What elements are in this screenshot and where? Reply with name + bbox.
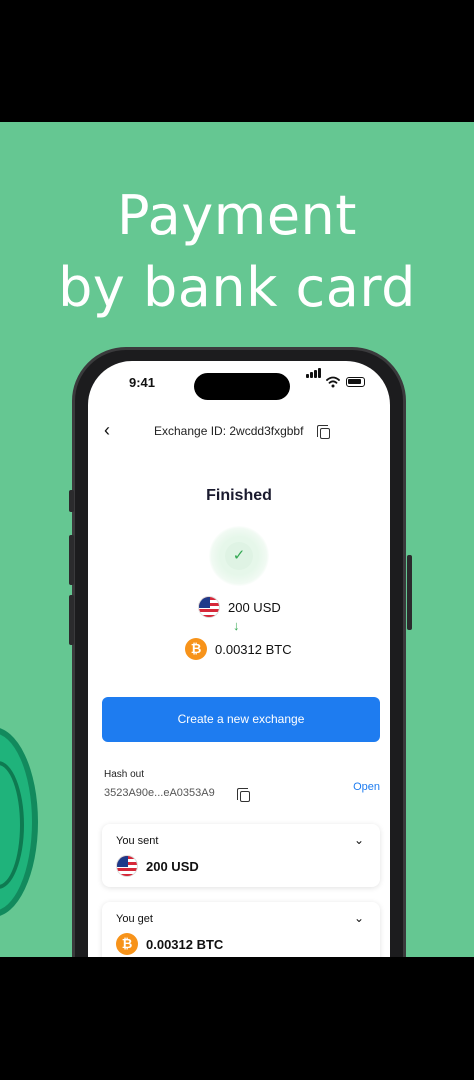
exchange-header: ‹ Exchange ID: 2wcdd3fxgbbf — [88, 415, 390, 445]
exchange-id: Exchange ID: 2wcdd3fxgbbf — [154, 424, 304, 438]
wifi-icon — [326, 376, 340, 388]
phone-power-button — [407, 555, 412, 630]
bitcoin-icon: ₿ — [185, 638, 207, 660]
create-exchange-button[interactable]: Create a new exchange — [102, 697, 380, 742]
success-indicator: ✓ — [209, 526, 269, 586]
headline: Payment by bank card — [0, 180, 474, 324]
hash-out-value: 3523A90e...eA0353A9 — [104, 787, 215, 799]
you-get-value-row: ₿ 0.00312 BTC — [116, 933, 223, 955]
phone-mockup: 9:41 ‹ Exchange ID: 2wcdd3fxgbbf Finishe… — [69, 347, 412, 957]
decorative-coin — [0, 727, 38, 917]
phone-volume-down — [69, 595, 74, 645]
status-time: 9:41 — [129, 375, 156, 390]
chevron-down-icon[interactable]: ⌄ — [354, 833, 364, 847]
hash-out-label: Hash out — [104, 769, 145, 780]
amount-sent: 200 USD — [198, 596, 281, 618]
phone-mute-switch — [69, 490, 74, 512]
you-get-label: You get — [116, 913, 153, 925]
phone-volume-up — [69, 535, 74, 585]
you-sent-label: You sent — [116, 835, 159, 847]
you-sent-card[interactable]: You sent ⌄ 200 USD — [102, 824, 380, 887]
you-get-card[interactable]: You get ⌄ ₿ 0.00312 BTC — [102, 902, 380, 957]
arrow-down-icon: ↓ — [233, 618, 240, 633]
usa-flag-icon — [116, 855, 138, 877]
copy-icon[interactable] — [237, 788, 250, 802]
check-icon: ✓ — [225, 542, 253, 570]
exchange-status-title: Finished — [206, 487, 272, 504]
headline-line-2: by bank card — [58, 256, 416, 319]
copy-icon[interactable] — [317, 425, 330, 439]
status-bar: 9:41 — [88, 361, 390, 405]
you-sent-value-row: 200 USD — [116, 855, 199, 877]
bitcoin-icon: ₿ — [116, 933, 138, 955]
headline-line-1: Payment — [117, 184, 357, 247]
amount-received: ₿ 0.00312 BTC — [185, 638, 292, 660]
battery-icon — [346, 377, 365, 387]
chevron-down-icon[interactable]: ⌄ — [354, 911, 364, 925]
hash-open-link[interactable]: Open — [353, 781, 380, 793]
chevron-left-icon[interactable]: ‹ — [104, 421, 110, 439]
promo-banner: Payment by bank card 9:41 ‹ Exchange ID:… — [0, 122, 474, 957]
amount-received-value: 0.00312 BTC — [215, 641, 292, 657]
phone-screen: 9:41 ‹ Exchange ID: 2wcdd3fxgbbf Finishe… — [88, 361, 390, 957]
amount-sent-value: 200 USD — [228, 599, 281, 615]
hash-out-section: Hash out 3523A90e...eA0353A9 Open — [102, 759, 380, 809]
you-get-value: 0.00312 BTC — [146, 936, 224, 952]
usa-flag-icon — [198, 596, 220, 618]
you-sent-value: 200 USD — [146, 858, 199, 874]
dynamic-island — [194, 373, 290, 400]
